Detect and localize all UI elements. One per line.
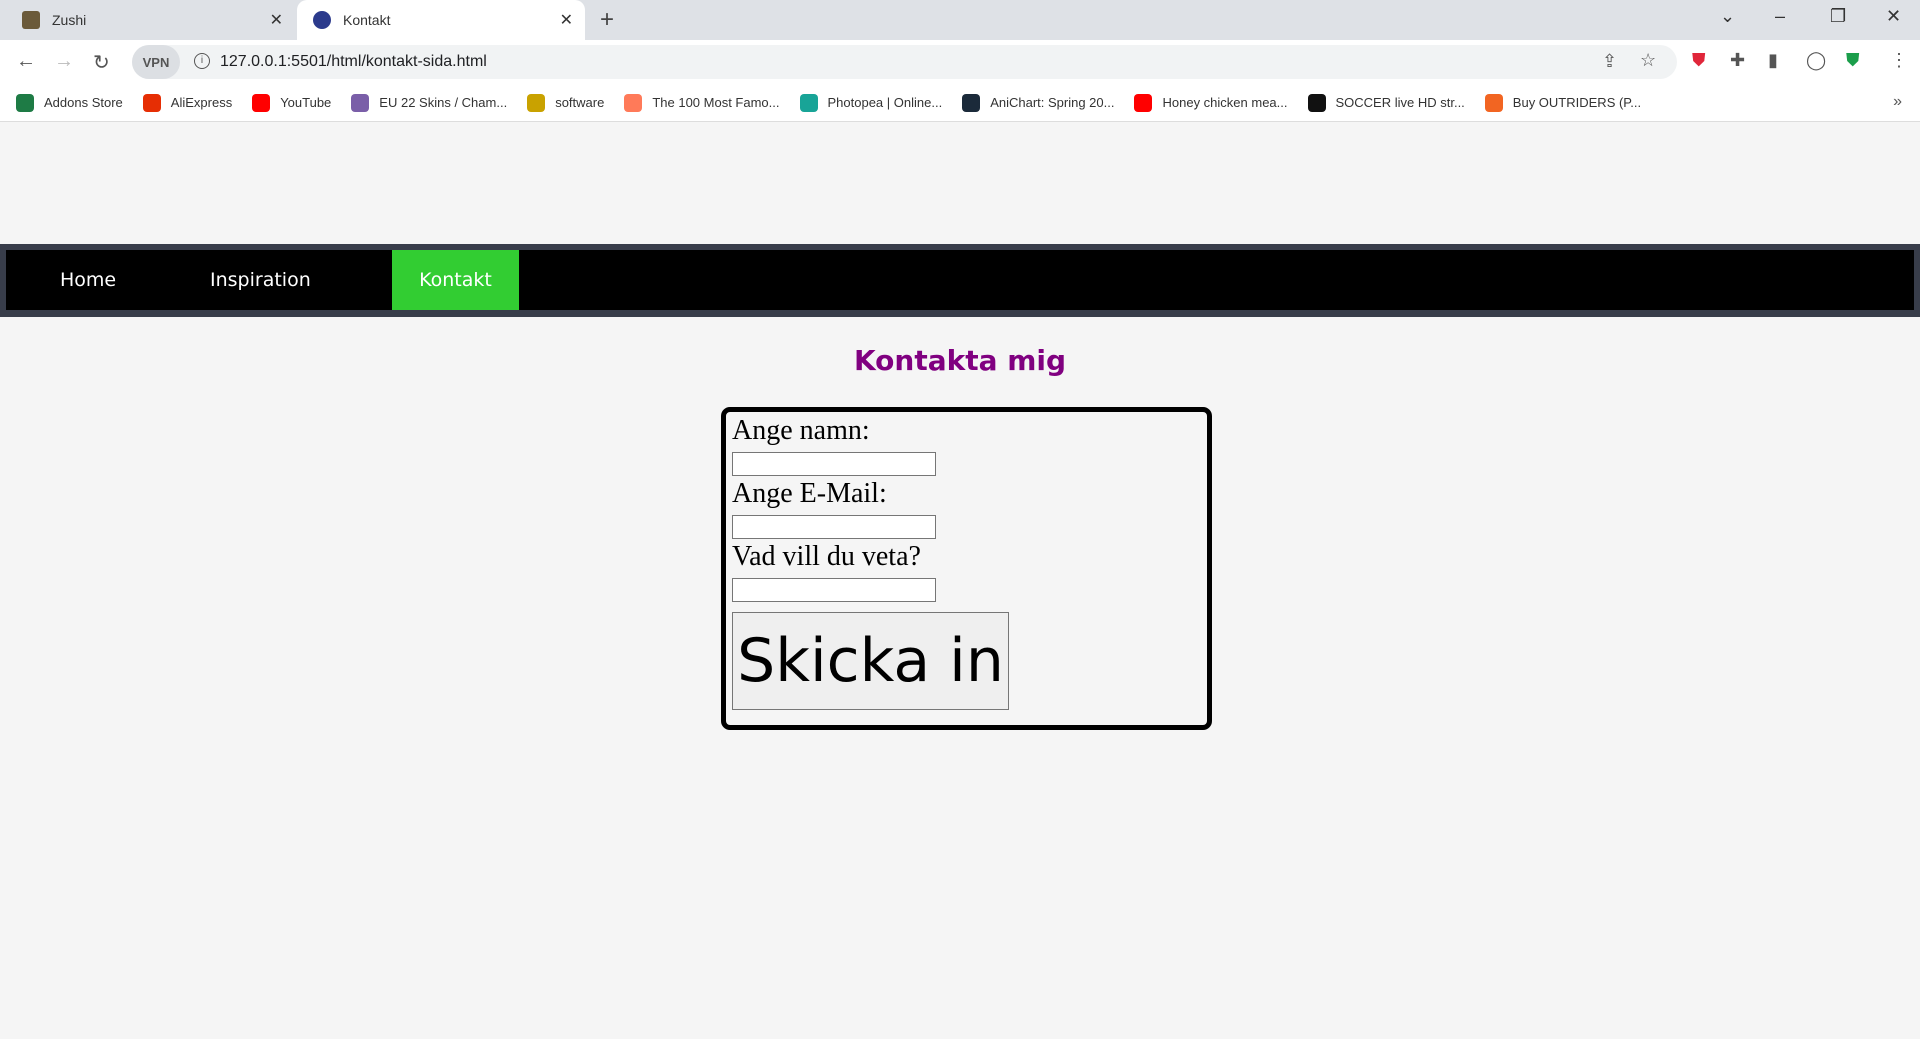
address-bar[interactable]: VPN i 127.0.0.1:5501/html/kontakt-sida.h… bbox=[132, 45, 1677, 79]
bookmark-favicon-icon bbox=[962, 93, 981, 112]
profile-avatar-icon[interactable]: ◯ bbox=[1806, 50, 1826, 71]
bookmark-item[interactable]: YouTube bbox=[252, 93, 332, 112]
new-tab-icon[interactable]: + bbox=[600, 6, 614, 34]
bookmark-favicon-icon bbox=[1484, 93, 1503, 112]
bookmark-favicon-icon bbox=[16, 93, 34, 112]
bookmark-favicon-icon bbox=[252, 93, 271, 112]
close-tab-icon[interactable]: ✕ bbox=[270, 10, 283, 30]
bookmark-favicon-icon bbox=[799, 93, 818, 112]
site-navigation: Home Inspiration Kontakt bbox=[0, 244, 1920, 317]
bookmark-label: The 100 Most Famo... bbox=[652, 95, 780, 110]
bookmark-favicon-icon bbox=[527, 93, 546, 112]
minimize-icon[interactable]: – bbox=[1775, 6, 1785, 27]
bookmark-favicon-icon bbox=[1307, 93, 1326, 112]
tab-kontakt[interactable]: Kontakt ✕ bbox=[297, 0, 585, 40]
browser-tab-bar: Zushi ✕ Kontakt ✕ + ⌄ – ❐ ✕ bbox=[0, 0, 1920, 40]
bookmark-item[interactable]: Buy OUTRIDERS (P... bbox=[1484, 93, 1642, 112]
menu-kebab-icon[interactable]: ⋮ bbox=[1890, 50, 1908, 71]
bookmark-item[interactable]: software bbox=[527, 93, 605, 112]
bookmark-label: Addons Store bbox=[44, 95, 123, 110]
bookmark-item[interactable]: AliExpress bbox=[142, 93, 233, 112]
bookmark-item[interactable]: Addons Store bbox=[16, 93, 123, 112]
nav-home[interactable]: Home bbox=[36, 250, 140, 310]
bookmark-favicon-icon bbox=[624, 93, 643, 112]
tab-title: Kontakt bbox=[343, 12, 391, 28]
name-input[interactable] bbox=[732, 452, 936, 476]
bookmark-label: AliExpress bbox=[170, 95, 233, 110]
url-text[interactable]: 127.0.0.1:5501/html/kontakt-sida.html bbox=[220, 53, 487, 71]
back-icon[interactable]: ← bbox=[16, 50, 36, 73]
site-info-icon[interactable]: i bbox=[194, 53, 210, 69]
nav-kontakt[interactable]: Kontakt bbox=[392, 250, 519, 310]
bookmark-label: EU 22 Skins / Cham... bbox=[379, 95, 508, 110]
bookmark-favicon-icon bbox=[142, 93, 161, 112]
bookmark-label: SOCCER live HD str... bbox=[1335, 95, 1465, 110]
more-bookmarks-icon[interactable]: » bbox=[1893, 93, 1902, 111]
globe-favicon-icon bbox=[313, 11, 331, 29]
bookmarks-bar: Addons Store AliExpress YouTube EU 22 Skins… bbox=[0, 84, 1920, 122]
submit-button[interactable]: Skicka in bbox=[732, 612, 1009, 710]
bookmark-label: AniChart: Spring 20... bbox=[990, 95, 1115, 110]
close-tab-icon[interactable]: ✕ bbox=[560, 10, 573, 30]
forward-icon[interactable]: → bbox=[54, 50, 74, 73]
close-window-icon[interactable]: ✕ bbox=[1886, 6, 1901, 27]
bookmark-item[interactable]: EU 22 Skins / Cham... bbox=[351, 93, 508, 112]
email-input[interactable] bbox=[732, 515, 936, 539]
share-icon[interactable]: ⇪ bbox=[1602, 51, 1617, 72]
extensions-puzzle-icon[interactable]: ✚ bbox=[1730, 50, 1745, 71]
bookmark-label: Photopea | Online... bbox=[827, 95, 943, 110]
browser-toolbar: ← → ↻ VPN i 127.0.0.1:5501/html/kontakt-… bbox=[0, 40, 1920, 84]
vpn-button[interactable]: VPN bbox=[132, 45, 180, 79]
bookmark-label: Honey chicken mea... bbox=[1162, 95, 1288, 110]
tab-search-chevron-icon[interactable]: ⌄ bbox=[1720, 6, 1735, 27]
bookmark-label: Buy OUTRIDERS (P... bbox=[1512, 95, 1642, 110]
bookmark-favicon-icon bbox=[1134, 93, 1153, 112]
bookmark-star-icon[interactable]: ☆ bbox=[1640, 50, 1656, 71]
shield-check-extension-icon[interactable]: ⛊ bbox=[1846, 50, 1860, 71]
bookmark-label: YouTube bbox=[280, 95, 332, 110]
bookmark-favicon-icon bbox=[351, 93, 370, 112]
email-label: Ange E-Mail: bbox=[732, 478, 887, 509]
tab-title: Zushi bbox=[52, 12, 87, 28]
bookmark-item[interactable]: AniChart: Spring 20... bbox=[962, 93, 1115, 112]
restore-icon[interactable]: ❐ bbox=[1830, 6, 1846, 27]
question-label: Vad vill du veta? bbox=[732, 541, 921, 572]
nav-inspiration[interactable]: Inspiration bbox=[186, 250, 335, 310]
bookmark-item[interactable]: The 100 Most Famo... bbox=[624, 93, 780, 112]
tab-zushi[interactable]: Zushi ✕ bbox=[0, 0, 295, 40]
contact-form: Ange namn: Ange E-Mail: Vad vill du veta… bbox=[721, 407, 1212, 730]
bookmark-label: software bbox=[555, 95, 605, 110]
ublock-extension-icon[interactable]: ⛊ bbox=[1692, 50, 1706, 71]
page-title: Kontakta mig bbox=[853, 344, 1067, 377]
zushi-favicon-icon bbox=[22, 11, 40, 29]
bookmark-item[interactable]: Honey chicken mea... bbox=[1134, 93, 1288, 112]
bookmark-item[interactable]: SOCCER live HD str... bbox=[1307, 93, 1465, 112]
reload-icon[interactable]: ↻ bbox=[93, 50, 110, 75]
question-input[interactable] bbox=[732, 578, 936, 602]
name-label: Ange namn: bbox=[732, 415, 870, 446]
bookmark-item[interactable]: Photopea | Online... bbox=[799, 93, 943, 112]
side-panel-icon[interactable]: ▮ bbox=[1768, 50, 1778, 71]
